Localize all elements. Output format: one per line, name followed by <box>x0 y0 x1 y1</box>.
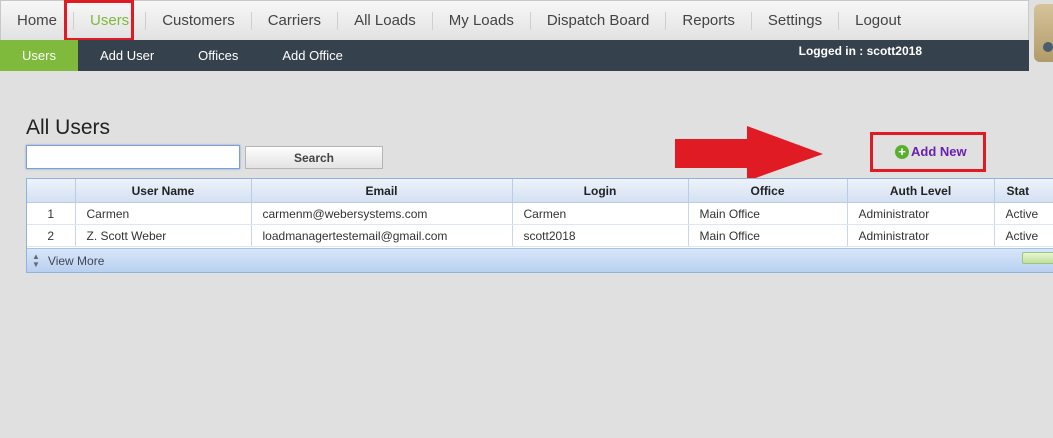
cell-office: Main Office <box>688 224 848 247</box>
column-header-row-number <box>27 179 76 203</box>
subnav-offices[interactable]: Offices <box>176 40 260 71</box>
horizontal-scrollbar[interactable] <box>1022 252 1053 264</box>
nav-all-loads[interactable]: All Loads <box>338 11 433 30</box>
nav-logout[interactable]: Logout <box>839 12 917 30</box>
top-navigation: Home Users Customers Carriers All Loads … <box>0 0 1029 40</box>
cell-login: Carmen <box>512 202 689 225</box>
column-header-status[interactable]: Stat <box>994 179 1053 203</box>
column-header-office[interactable]: Office <box>688 179 848 203</box>
cell-office: Main Office <box>688 202 848 225</box>
column-header-login[interactable]: Login <box>512 179 689 203</box>
subnav-add-user[interactable]: Add User <box>78 40 176 71</box>
cell-status: Active <box>994 224 1053 247</box>
corner-logo-icon <box>1034 4 1053 62</box>
grid-pager: ▲ ▼ View More <box>27 248 1053 272</box>
page-title: All Users <box>26 116 111 140</box>
column-header-email[interactable]: Email <box>251 179 513 203</box>
nav-customers[interactable]: Customers <box>146 11 252 30</box>
column-header-user-name[interactable]: User Name <box>75 179 252 203</box>
add-new-button[interactable]: + Add New <box>895 144 967 159</box>
nav-my-loads[interactable]: My Loads <box>433 11 531 30</box>
row-number: 2 <box>27 224 76 247</box>
nav-home[interactable]: Home <box>1 11 75 30</box>
subnav-users[interactable]: Users <box>0 40 78 71</box>
column-header-auth-level[interactable]: Auth Level <box>847 179 995 203</box>
row-number: 1 <box>27 202 76 225</box>
red-arrow-annotation <box>675 126 823 181</box>
plus-circle-icon: + <box>895 144 909 159</box>
grid-header-row: User Name Email Login Office Auth Level … <box>27 179 1053 203</box>
cell-login: scott2018 <box>512 224 689 247</box>
view-more-button[interactable]: ▲ ▼ View More <box>32 253 104 269</box>
nav-reports[interactable]: Reports <box>666 11 752 30</box>
cell-status: Active <box>994 202 1053 225</box>
cell-user-name: Z. Scott Weber <box>75 224 252 247</box>
table-row[interactable]: 2 Z. Scott Weber loadmanagertestemail@gm… <box>27 224 1053 247</box>
logged-in-status: Logged in : scott2018 <box>798 44 922 58</box>
subnav-add-office[interactable]: Add Office <box>260 40 364 71</box>
nav-carriers[interactable]: Carriers <box>252 11 339 30</box>
cell-email: loadmanagertestemail@gmail.com <box>251 224 513 247</box>
table-row[interactable]: 1 Carmen carmenm@webersystems.com Carmen… <box>27 202 1053 225</box>
sub-navigation: Users Add User Offices Add Office Logged… <box>0 40 1029 71</box>
add-new-label: Add New <box>911 144 967 159</box>
cell-auth-level: Administrator <box>847 224 995 247</box>
search-input[interactable] <box>26 145 240 169</box>
cell-auth-level: Administrator <box>847 202 995 225</box>
sort-arrows-icon: ▲ ▼ <box>32 252 40 269</box>
nav-dispatch-board[interactable]: Dispatch Board <box>531 11 667 30</box>
nav-settings[interactable]: Settings <box>752 11 840 30</box>
search-button[interactable]: Search <box>245 146 383 169</box>
view-more-label: View More <box>47 254 105 268</box>
cell-user-name: Carmen <box>75 202 252 225</box>
nav-users[interactable]: Users <box>74 11 147 30</box>
users-grid: User Name Email Login Office Auth Level … <box>26 178 1053 273</box>
cell-email: carmenm@webersystems.com <box>251 202 513 225</box>
